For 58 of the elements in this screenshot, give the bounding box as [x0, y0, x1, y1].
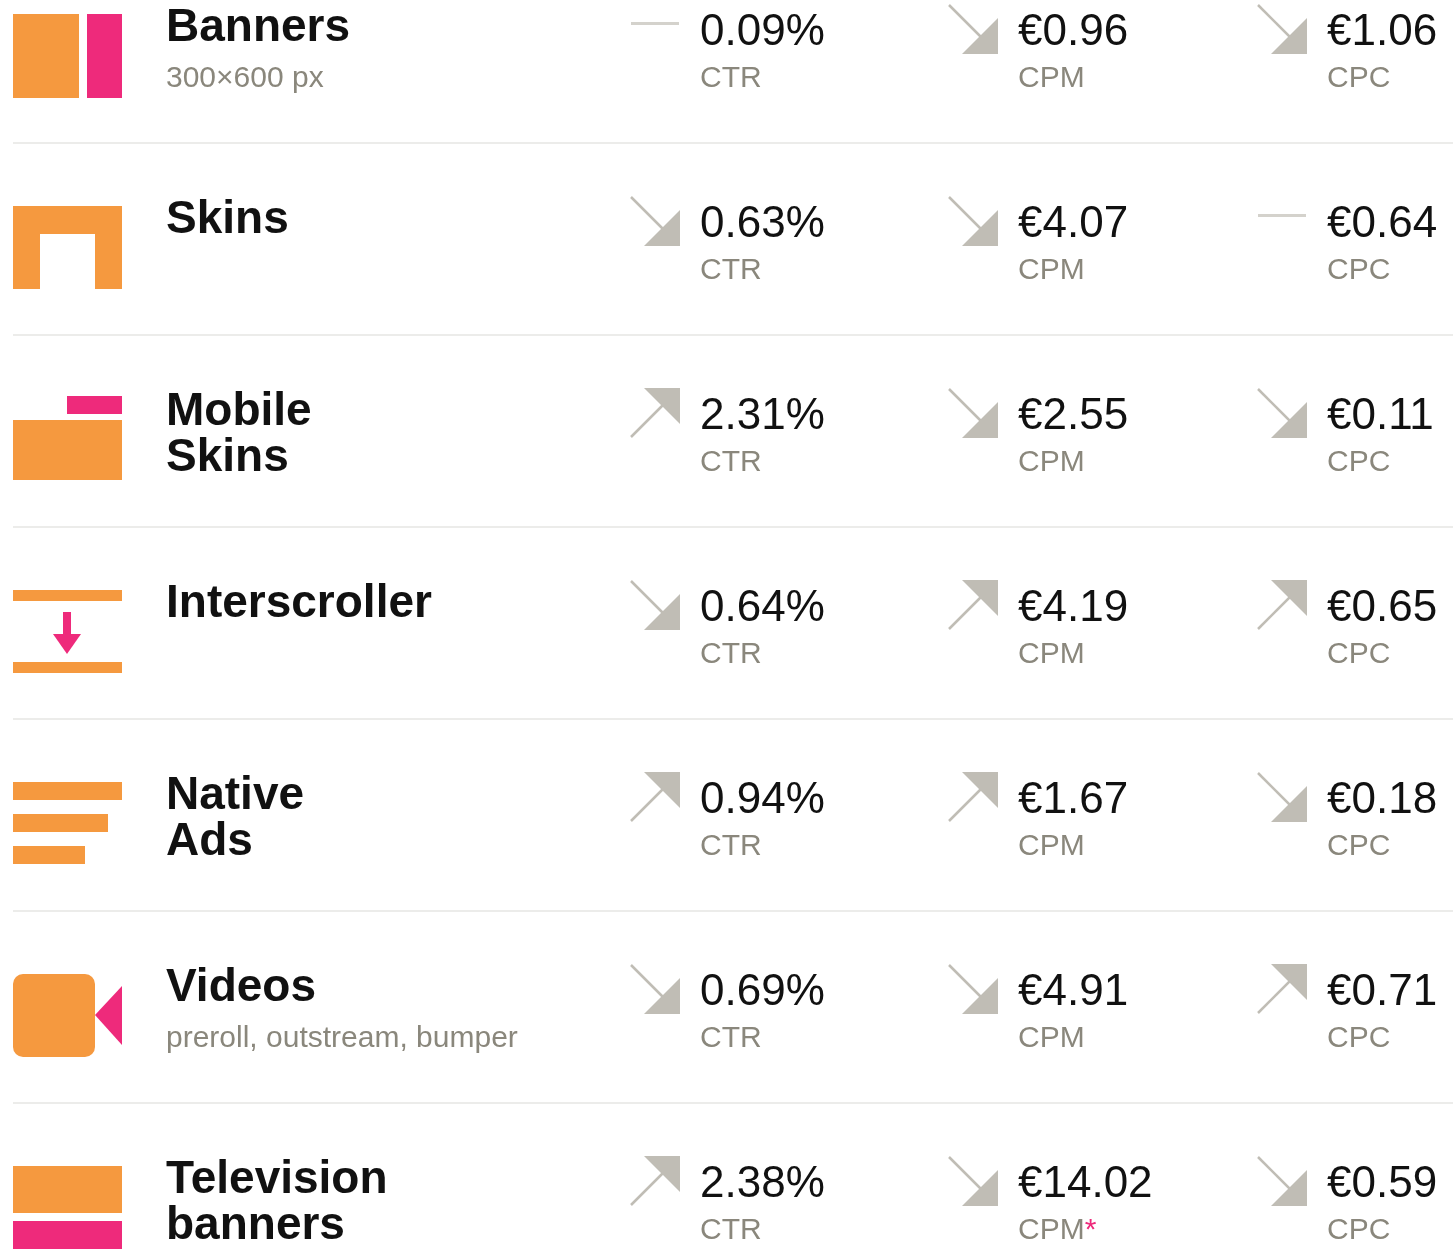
- metric-label: CPC: [1327, 828, 1392, 862]
- metric-value: €0.64: [1327, 200, 1438, 244]
- tv-banner-format-icon: [13, 1166, 122, 1249]
- ad-format-name: Television banners: [166, 1154, 388, 1246]
- metric-value: €0.59: [1327, 1160, 1438, 1204]
- native-ad-format-icon: [13, 782, 122, 864]
- metric-value: €0.96: [1018, 8, 1129, 52]
- ad-format-size: 300×600 px: [166, 60, 324, 94]
- banner-format-icon: [13, 14, 122, 98]
- skin-format-icon: [13, 206, 122, 289]
- metric-label: CPC: [1327, 1212, 1392, 1246]
- metric-label: CPM: [1018, 252, 1086, 286]
- metric-label: CPM: [1018, 1020, 1086, 1054]
- metric-label: CTR: [700, 252, 763, 286]
- metric-value: €0.71: [1327, 968, 1438, 1012]
- metric-value: 2.31%: [700, 392, 825, 436]
- metric-label: CTR: [700, 1020, 763, 1054]
- ad-format-name: Mobile Skins: [166, 386, 312, 478]
- mobile-skin-format-icon: [13, 396, 122, 480]
- metric-label: CTR: [700, 828, 763, 862]
- metric-value: €1.06: [1327, 8, 1438, 52]
- metric-label: CPM: [1018, 636, 1086, 670]
- metric-value: €4.19: [1018, 584, 1129, 628]
- metric-label: CPC: [1327, 636, 1392, 670]
- metric-value: €0.18: [1327, 776, 1438, 820]
- metric-label: CPM: [1018, 60, 1086, 94]
- video-camera-icon: [13, 974, 122, 1057]
- metric-label: CTR: [700, 636, 763, 670]
- metric-value: €0.65: [1327, 584, 1438, 628]
- metric-label: CTR: [700, 444, 763, 478]
- ad-format-name: Skins: [166, 194, 289, 240]
- metric-label: CPM: [1018, 444, 1086, 478]
- ad-format-name: Banners: [166, 2, 351, 48]
- metric-label: CTR: [700, 60, 763, 94]
- metric-label: CPM*: [1018, 1212, 1098, 1246]
- metric-value: €2.55: [1018, 392, 1129, 436]
- metric-label: CPM: [1018, 828, 1086, 862]
- metric-label: CPC: [1327, 252, 1392, 286]
- metric-value: €0.11: [1327, 392, 1434, 436]
- metric-value: 2.38%: [700, 1160, 825, 1204]
- metric-value: 0.69%: [700, 968, 825, 1012]
- metric-label: CPC: [1327, 60, 1392, 94]
- metric-value: €4.91: [1018, 968, 1129, 1012]
- ad-format-size: preroll, outstream, bumper: [166, 1020, 518, 1054]
- metric-value: 0.64%: [700, 584, 825, 628]
- metric-value: €4.07: [1018, 200, 1129, 244]
- metric-label: CTR: [700, 1212, 763, 1246]
- metric-value: €14.02: [1018, 1160, 1153, 1204]
- ad-format-name: Native Ads: [166, 770, 305, 862]
- interscroller-format-icon: [13, 590, 122, 673]
- ad-format-name: Videos: [166, 962, 316, 1008]
- metric-label: CPC: [1327, 1020, 1392, 1054]
- ad-format-name: Interscroller: [166, 578, 432, 624]
- metric-value: €1.67: [1018, 776, 1129, 820]
- metric-value: 0.63%: [700, 200, 825, 244]
- metric-value: 0.94%: [700, 776, 825, 820]
- metric-value: 0.09%: [700, 8, 825, 52]
- metric-label: CPC: [1327, 444, 1392, 478]
